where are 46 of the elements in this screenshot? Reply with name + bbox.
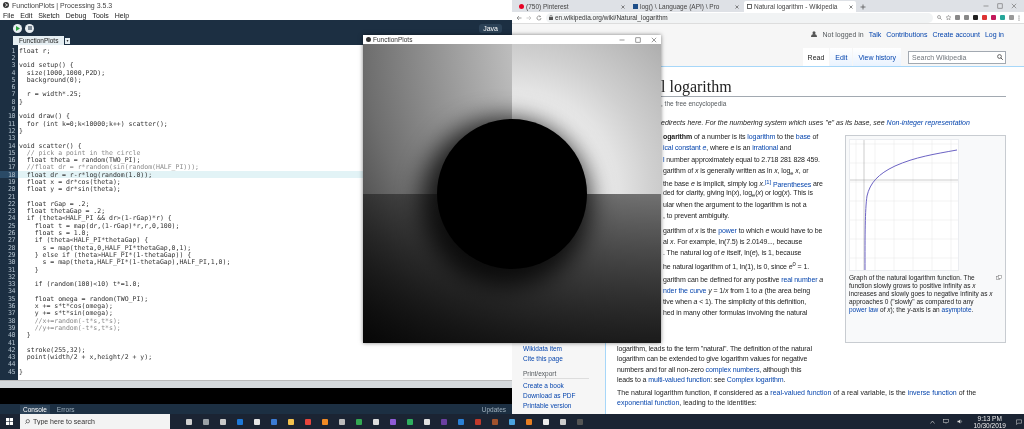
- user-icon: [811, 31, 818, 37]
- enlarge-icon[interactable]: [996, 275, 1002, 280]
- notification-icon[interactable]: [1016, 418, 1022, 425]
- maximize-icon[interactable]: [635, 36, 641, 43]
- back-arrow-icon[interactable]: [516, 14, 522, 21]
- caret-up-icon[interactable]: [930, 419, 936, 424]
- reload-icon[interactable]: [536, 14, 542, 21]
- app-icon[interactable]: [543, 418, 549, 425]
- star-icon[interactable]: [946, 15, 951, 20]
- run-button[interactable]: [13, 23, 22, 33]
- search-icon[interactable]: [997, 54, 1003, 60]
- stop-button[interactable]: [25, 23, 34, 33]
- close-icon[interactable]: [621, 4, 625, 9]
- network-icon[interactable]: [943, 419, 950, 424]
- app-icon[interactable]: [339, 418, 345, 425]
- app-icon[interactable]: [288, 418, 294, 425]
- app-icon[interactable]: [373, 418, 379, 425]
- app-icon[interactable]: [509, 418, 515, 425]
- app-logo-icon: [366, 37, 371, 42]
- article-title: l logarithm: [661, 78, 1006, 97]
- favicon-icon: [519, 4, 524, 9]
- close-icon[interactable]: [735, 4, 739, 9]
- tab-menu-icon[interactable]: [65, 38, 71, 44]
- app-icon[interactable]: [560, 418, 566, 425]
- close-icon[interactable]: [1011, 3, 1017, 9]
- app-icon[interactable]: [526, 418, 532, 425]
- app-icon[interactable]: [186, 418, 192, 425]
- close-icon[interactable]: [849, 4, 853, 9]
- stop-icon: [27, 26, 32, 30]
- app-icon[interactable]: [322, 418, 328, 425]
- app-icon[interactable]: [407, 418, 413, 425]
- app-icon[interactable]: [220, 418, 226, 425]
- maximize-icon[interactable]: [997, 3, 1003, 9]
- close-icon[interactable]: [651, 36, 657, 43]
- lock-icon: [549, 15, 553, 20]
- favicon-icon: [747, 4, 752, 9]
- play-icon: [15, 25, 20, 31]
- app-icon[interactable]: [254, 418, 260, 425]
- app-icon[interactable]: [424, 418, 430, 425]
- speaker-icon[interactable]: [957, 419, 964, 424]
- search-icon: [25, 419, 30, 424]
- favicon-icon: [633, 4, 638, 9]
- app-icon[interactable]: [203, 418, 209, 425]
- windows-logo-icon[interactable]: [6, 418, 13, 425]
- new-tab-icon[interactable]: [860, 4, 866, 10]
- zoom-icon[interactable]: [937, 15, 942, 20]
